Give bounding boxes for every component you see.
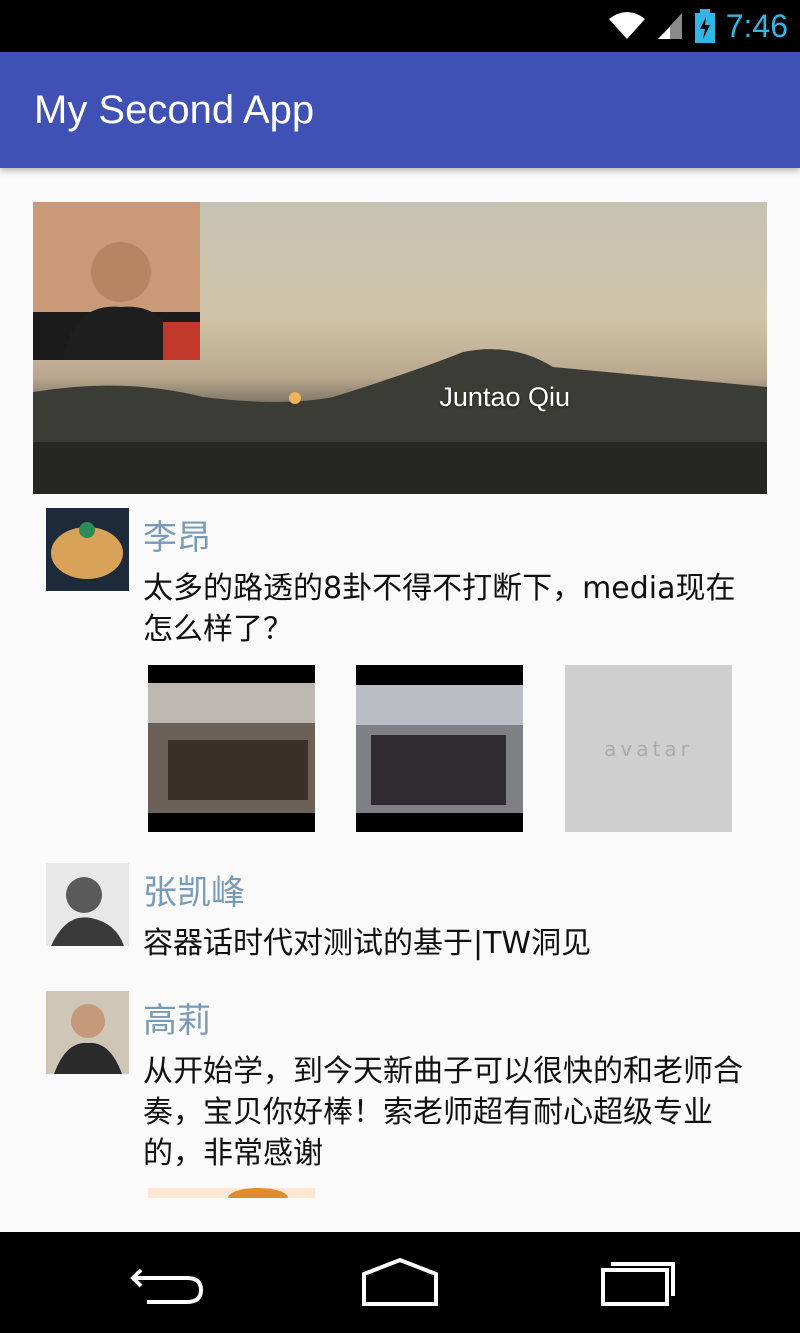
post-image[interactable] — [148, 1188, 315, 1198]
post-content: 太多的路透的8卦不得不打断下，media现在怎么样了？ — [143, 571, 736, 647]
image-placeholder[interactable]: avatar — [565, 665, 732, 832]
app-title: My Second App — [34, 88, 315, 132]
post-content: 容器话时代对测试的基于|TW洞见 — [143, 926, 592, 961]
profile-name: Juntao Qiu — [439, 382, 570, 412]
post-image[interactable] — [148, 665, 315, 832]
status-bar: 7:46 — [0, 0, 800, 52]
post-author-name: 李昂 — [143, 518, 211, 558]
post-avatar[interactable] — [46, 508, 129, 591]
battery-icon — [694, 9, 715, 43]
profile-header: Juntao Qiu — [33, 202, 767, 494]
recents-icon[interactable] — [575, 1252, 695, 1312]
signal-icon — [657, 13, 682, 39]
back-icon[interactable] — [107, 1252, 227, 1312]
navigation-bar — [0, 1232, 800, 1333]
post-avatar[interactable] — [46, 863, 129, 946]
profile-avatar[interactable] — [33, 202, 200, 360]
post-avatar[interactable] — [46, 991, 129, 1074]
post-author-name: 张凯峰 — [143, 873, 245, 913]
app-bar: My Second App — [0, 52, 800, 168]
post-author-name: 高莉 — [143, 1001, 211, 1041]
home-icon[interactable] — [340, 1252, 460, 1312]
post-content: 从开始学，到今天新曲子可以很快的和老师合奏，宝贝你好棒！索老师超有耐心超级专业的… — [143, 1054, 743, 1171]
status-clock: 7:46 — [725, 7, 788, 44]
post-image[interactable] — [356, 665, 523, 832]
wifi-icon — [608, 12, 645, 39]
